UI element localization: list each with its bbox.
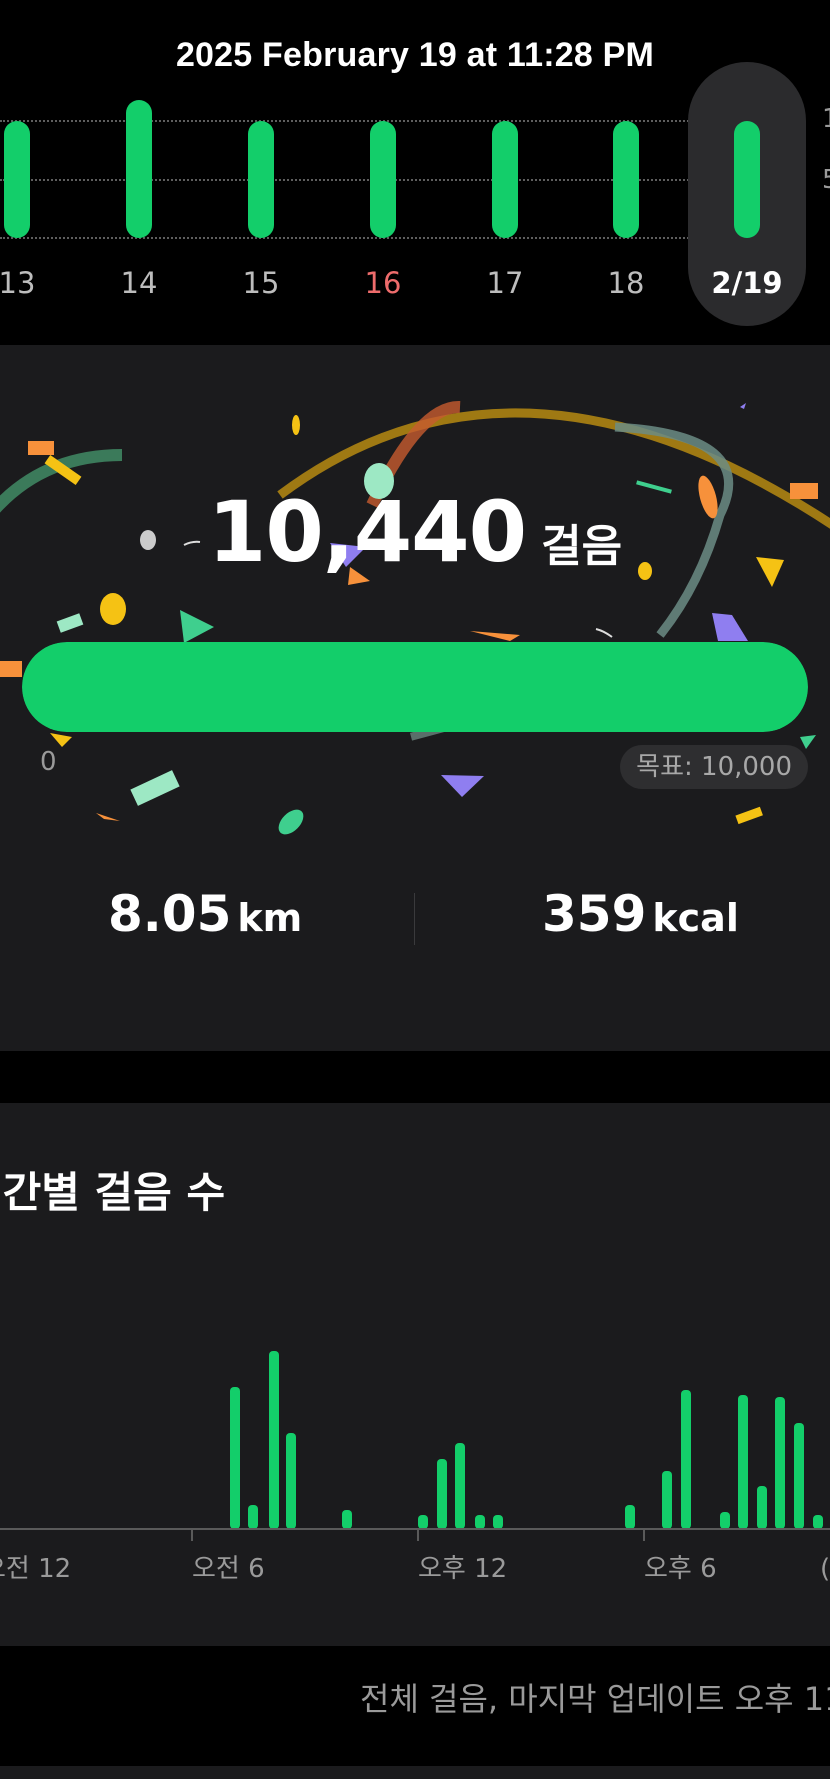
hourly-bar (794, 1423, 804, 1529)
confetti-piece (278, 809, 304, 835)
confetti-piece (180, 610, 214, 643)
day-step-bar (126, 100, 152, 238)
axis-label-6pm: 오후 6 (644, 1554, 717, 1584)
confetti-piece (800, 735, 816, 749)
hourly-bar (230, 1387, 240, 1529)
page-title: 2025 February 19 at 11:28 PM (175, 36, 655, 74)
hourly-bar (738, 1395, 748, 1529)
hourly-bar (269, 1351, 279, 1529)
calories-value: 359 (542, 885, 647, 943)
steps-count: 10,440 (207, 483, 527, 581)
day-17[interactable]: 17 (470, 80, 540, 330)
day-label: 17 (486, 266, 524, 300)
confetti-piece (292, 415, 300, 435)
hourly-bar (342, 1510, 352, 1529)
confetti-piece (735, 806, 763, 825)
day-label: 15 (242, 266, 280, 300)
confetti-piece (28, 441, 54, 455)
week-axis-label-middle: 5 (822, 165, 830, 195)
week-axis-label-top: 1 (822, 104, 830, 134)
hourly-bar (286, 1433, 296, 1529)
day-step-bar (4, 121, 30, 238)
day-2-19-selected[interactable]: 2/19 (688, 62, 806, 326)
metric-divider (414, 893, 415, 945)
day-label: 2/19 (711, 266, 783, 300)
hourly-bar (625, 1505, 635, 1529)
last-updated-text: 전체 걸음, 마지막 업데이트 오후 11:2 (360, 1680, 830, 1718)
day-label: 16 (364, 266, 402, 300)
day-step-bar (248, 121, 274, 238)
goal-badge[interactable]: 목표: 10,000 (620, 745, 808, 789)
day-label: 14 (120, 266, 158, 300)
calories-metric: 359 kcal (542, 885, 739, 943)
confetti-piece (712, 613, 748, 641)
distance-metric: 8.05 km (108, 885, 302, 943)
day-14[interactable]: 14 (104, 80, 174, 330)
steps-unit: 걸음 (541, 521, 623, 572)
goal-progress-bar (22, 642, 808, 732)
confetti-piece (740, 403, 746, 409)
distance-unit: km (237, 896, 303, 940)
confetti-piece (56, 613, 84, 633)
day-step-bar (613, 121, 639, 238)
steps-readout: 10,440 걸음 (0, 483, 830, 581)
hourly-steps-chart: 오전 12 오전 6 오후 12 오후 6 ( (0, 1351, 830, 1584)
confetti-piece (595, 628, 613, 638)
hourly-bar (662, 1471, 672, 1529)
hourly-bar (248, 1505, 258, 1529)
day-step-bar (370, 121, 396, 238)
day-step-bar (734, 121, 760, 238)
axis-label-midnight: 오전 12 (0, 1554, 71, 1584)
confetti-piece (130, 770, 180, 806)
confetti-piece (0, 661, 22, 677)
goal-progress-fill (22, 642, 808, 732)
day-15[interactable]: 15 (226, 80, 296, 330)
confetti-piece (96, 813, 120, 821)
hourly-bar (493, 1515, 503, 1529)
hourly-bar (455, 1443, 465, 1529)
hourly-bar (775, 1397, 785, 1529)
day-16[interactable]: 16 (348, 80, 418, 330)
confetti-piece (100, 593, 126, 625)
daily-summary-card: 10,440 걸음 0 목표: 10,000 8.05 km 359 kcal (0, 345, 830, 1051)
progress-min-label: 0 (40, 747, 57, 777)
hourly-steps-card[interactable]: 시간별 걸음 수 오전 12 오전 6 오후 12 오후 6 ( (0, 1103, 830, 1646)
day-label: 18 (607, 266, 645, 300)
hourly-bar (757, 1486, 767, 1529)
hourly-bar (475, 1515, 485, 1529)
confetti-piece (470, 631, 520, 641)
hourly-bar (813, 1515, 823, 1529)
day-13[interactable]: 13 (0, 80, 52, 330)
day-18[interactable]: 18 (591, 80, 661, 330)
day-step-bar (492, 121, 518, 238)
confetti-piece (50, 733, 72, 747)
hourly-bar (720, 1512, 730, 1529)
bottom-card-edge (0, 1766, 830, 1779)
distance-value: 8.05 (108, 885, 232, 943)
hourly-bar (418, 1515, 428, 1529)
calories-unit: kcal (652, 896, 739, 940)
axis-label-6am: 오전 6 (192, 1554, 265, 1584)
axis-label-noon: 오후 12 (418, 1554, 507, 1584)
footer: 전체 걸음, 마지막 업데이트 오후 11:2 (0, 1646, 830, 1766)
hourly-bar (681, 1390, 691, 1529)
axis-label-overflow: ( (820, 1554, 830, 1584)
hourly-bar (437, 1459, 447, 1529)
confetti-piece (441, 775, 484, 797)
day-label: 13 (0, 266, 36, 300)
